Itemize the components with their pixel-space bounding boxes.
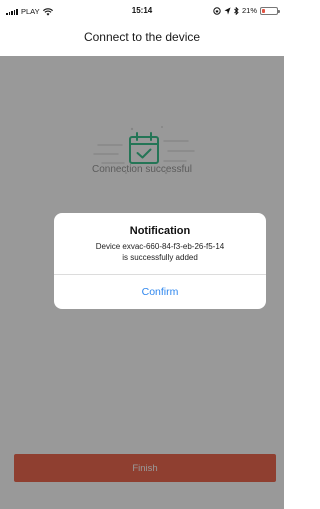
battery-tip [278,9,280,13]
dialog-title: Notification [129,225,191,237]
bluetooth-icon [234,6,239,15]
battery-percent: 21% [241,6,257,15]
page-title: Connect to the device [83,30,201,44]
status-bar: PLAY 15:14 21% [0,0,284,22]
location-icon [224,7,231,14]
dialog-message-line-1: Device exvac-660-84-f3-eb-26-f5-14 [95,242,225,251]
screen: PLAY 15:14 21% Connect to the device Con… [0,0,284,509]
battery-icon [260,6,280,15]
battery-level [262,8,265,13]
dialog-message-line-2: is successfully added [122,253,198,262]
dialog-message: Device exvac-660-84-f3-eb-26-f5-14 is su… [60,241,260,263]
status-right: 21% [213,6,280,15]
notification-dialog: Notification Device exvac-660-84-f3-eb-2… [54,213,266,309]
confirm-button[interactable]: Confirm [54,275,266,309]
rotation-lock-icon [213,6,221,15]
